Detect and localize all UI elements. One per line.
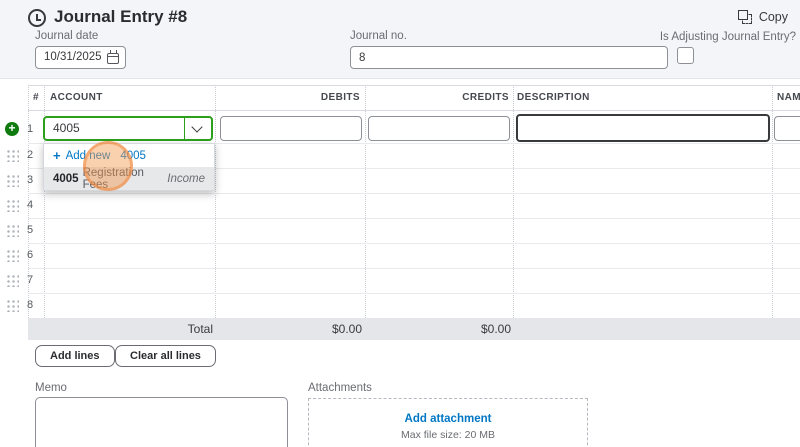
column-header-name: NAME <box>777 92 800 103</box>
row-number: 1 <box>27 123 33 135</box>
table-row: 7 <box>0 268 800 293</box>
account-combobox[interactable]: 4005 <box>43 116 213 141</box>
add-lines-button[interactable]: Add lines <box>35 345 115 367</box>
max-file-size-text: Max file size: 20 MB <box>309 429 587 441</box>
journal-entry-page: Journal Entry #8 Copy Journal date Journ… <box>0 0 800 447</box>
column-header-debits: DEBITS <box>260 92 360 103</box>
copy-button-label: Copy <box>759 10 788 24</box>
memo-label: Memo <box>35 382 67 394</box>
total-label: Total <box>100 322 213 336</box>
credits-input[interactable] <box>368 116 510 141</box>
total-debits-value: $0.00 <box>250 322 362 336</box>
adjusting-entry-label: Is Adjusting Journal Entry? <box>660 31 796 43</box>
debits-input[interactable] <box>220 116 362 141</box>
drag-handle-icon[interactable] <box>6 249 19 262</box>
column-header-credits: CREDITS <box>409 92 509 103</box>
name-input[interactable] <box>774 116 800 141</box>
attachments-dropzone[interactable]: Add attachment Max file size: 20 MB <box>308 398 588 447</box>
drag-handle-icon[interactable] <box>6 274 19 287</box>
add-new-label: Add new <box>66 150 111 162</box>
account-code: 4005 <box>53 173 79 185</box>
memo-textarea[interactable] <box>35 397 288 447</box>
add-new-term: 4005 <box>120 150 146 162</box>
chevron-down-icon[interactable] <box>184 118 211 139</box>
row-number: 5 <box>27 224 33 236</box>
attachments-label: Attachments <box>308 382 372 394</box>
table-row: 6 <box>0 243 800 268</box>
description-input[interactable] <box>516 114 770 142</box>
account-type: Income <box>167 173 205 185</box>
column-header-account: ACCOUNT <box>50 92 103 103</box>
plus-icon: + <box>53 148 61 163</box>
drag-handle-icon[interactable] <box>6 224 19 237</box>
total-credits-value: $0.00 <box>399 322 511 336</box>
adjusting-entry-checkbox[interactable] <box>677 47 694 64</box>
total-row: Total $0.00 $0.00 <box>28 318 800 340</box>
drag-handle-icon[interactable] <box>6 299 19 312</box>
page-header: Journal Entry #8 Copy Journal date Journ… <box>0 0 800 79</box>
copy-icon <box>738 10 752 24</box>
journal-no-label: Journal no. <box>350 30 407 42</box>
column-header-description: DESCRIPTION <box>517 92 590 103</box>
calendar-icon[interactable] <box>107 53 119 64</box>
clear-all-lines-button[interactable]: Clear all lines <box>115 345 216 367</box>
journal-date-label: Journal date <box>35 30 98 42</box>
row-number: 7 <box>27 274 33 286</box>
row-number: 2 <box>27 149 33 161</box>
dropdown-add-new-option[interactable]: + Add new 4005 <box>44 144 214 167</box>
table-row: 8 <box>0 293 800 318</box>
drag-handle-icon[interactable] <box>6 199 19 212</box>
account-dropdown: + Add new 4005 4005 Registration Fees In… <box>43 143 215 191</box>
row-number: 4 <box>27 199 33 211</box>
copy-button[interactable]: Copy <box>738 10 788 24</box>
table-row: 5 <box>0 218 800 243</box>
recent-transactions-clock-icon[interactable] <box>28 9 46 27</box>
column-header-number: # <box>33 92 39 103</box>
page-title: Journal Entry #8 <box>54 7 187 27</box>
add-row-plus-icon[interactable]: + <box>5 122 19 136</box>
drag-handle-icon[interactable] <box>6 149 19 162</box>
drag-handle-icon[interactable] <box>6 174 19 187</box>
account-combobox-value: 4005 <box>53 121 80 135</box>
add-attachment-link[interactable]: Add attachment <box>309 413 587 425</box>
row-number: 6 <box>27 249 33 261</box>
table-header-border <box>28 110 800 111</box>
account-name: Registration Fees <box>83 167 168 191</box>
journal-date-input[interactable]: 10/31/2025 <box>35 46 126 69</box>
dropdown-option-registration-fees[interactable]: 4005 Registration Fees Income <box>44 167 214 190</box>
journal-date-value: 10/31/2025 <box>44 51 102 63</box>
table-row: 4 <box>0 193 800 218</box>
row-number: 8 <box>27 299 33 311</box>
table-top-border <box>28 85 800 86</box>
row-number: 3 <box>27 174 33 186</box>
journal-no-input[interactable] <box>350 46 668 69</box>
